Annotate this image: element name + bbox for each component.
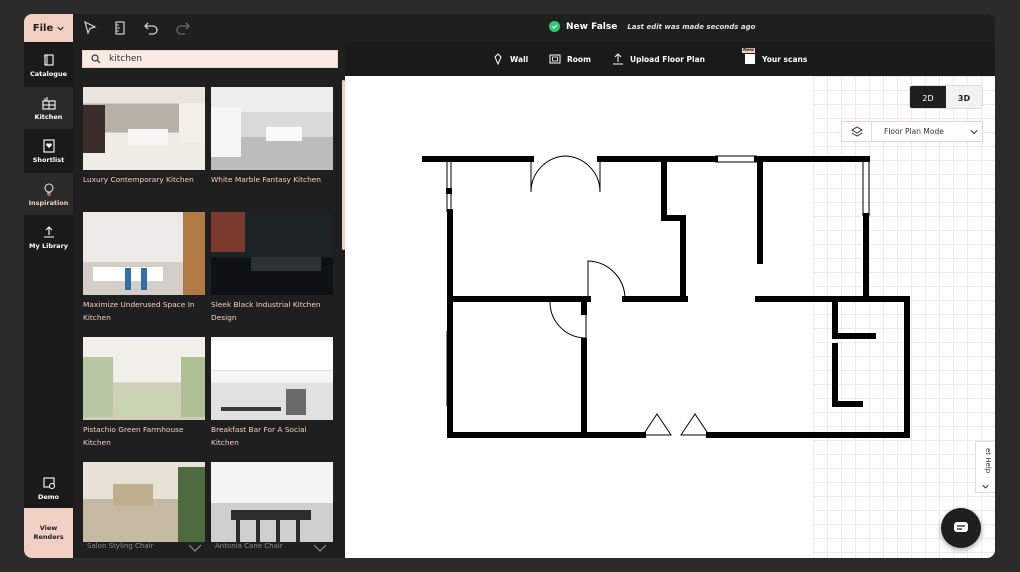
card-label: Maximize Underused Space In Kitchen	[83, 300, 195, 322]
wall-tool-button[interactable]: Wall	[492, 53, 528, 65]
floor-plan-mode-dropdown[interactable]: Floor Plan Mode	[841, 121, 983, 142]
layers-icon	[842, 122, 872, 141]
canvas-toolbar: Wall Room Upload Floor Plan New Your sca…	[345, 42, 995, 76]
chevron-down-icon	[57, 26, 64, 31]
room-icon	[549, 54, 561, 64]
search-input[interactable]	[109, 54, 329, 64]
rail-label: Catalogue	[29, 69, 68, 78]
card-label: White Marble Fantasy Kitchen	[211, 175, 321, 184]
help-label: et Help	[984, 448, 992, 474]
upload-floor-plan-label: Upload Floor Plan	[630, 54, 705, 64]
rail-label: Demo	[37, 492, 60, 501]
last-edit-text: Last edit was made seconds ago	[627, 22, 756, 31]
kitchen-icon	[41, 96, 56, 110]
floor-plan-canvas[interactable]: 2D 3D Floor Plan Mode et Help	[345, 76, 995, 558]
rail-label: My Library	[28, 241, 69, 250]
catalogue-card[interactable]: Sleek Black Industrial Kitchen Design	[211, 212, 333, 324]
get-help-tab[interactable]: et Help	[975, 441, 995, 493]
floor-plan-openings	[446, 155, 870, 436]
card-thumbnail	[83, 462, 205, 544]
catalogue-card[interactable]: Maximize Underused Space In Kitchen	[83, 212, 205, 324]
card-label: Sleek Black Industrial Kitchen Design	[211, 300, 321, 322]
card-label: Luxury Contemporary Kitchen	[83, 175, 194, 184]
file-label: File	[32, 22, 54, 34]
card-thumbnail	[83, 87, 205, 170]
chevron-down-icon	[982, 484, 989, 489]
top-bar: File New False Last edit was made second…	[24, 14, 995, 42]
upload-icon	[43, 225, 54, 238]
catalogue-icon	[43, 53, 54, 66]
search-icon	[91, 54, 101, 64]
lightbulb-icon	[43, 182, 54, 195]
chevron-down-icon[interactable]	[313, 544, 327, 552]
catalogue-card[interactable]: Breakfast Bar For A Social Kitchen	[211, 337, 333, 449]
card-label: Pistachio Green Farmhouse Kitchen	[83, 425, 184, 447]
select-cursor-icon[interactable]	[81, 19, 99, 37]
left-rail: Catalogue Kitchen Shortlist Inspiration …	[24, 42, 73, 558]
view-renders-label: View Renders	[33, 524, 64, 541]
rail-item-catalogue[interactable]: Catalogue	[24, 44, 73, 86]
search-box[interactable]	[82, 50, 338, 68]
card-thumbnail	[83, 337, 205, 420]
rail-item-kitchen[interactable]: Kitchen	[24, 87, 73, 129]
new-badge: New	[742, 48, 755, 53]
catalogue-card[interactable]	[211, 462, 333, 544]
check-circle-icon	[549, 21, 560, 32]
project-name[interactable]: New False	[566, 22, 617, 32]
scan-icon	[745, 54, 755, 64]
card-caption-strip: Salon Styling Chair Antonia Cane Chair	[73, 542, 345, 558]
card-thumbnail	[83, 212, 205, 295]
redo-icon[interactable]	[174, 19, 192, 37]
chat-icon	[954, 522, 968, 532]
upload-icon	[613, 53, 623, 65]
card-label: Salon Styling Chair	[87, 542, 154, 550]
card-label: Breakfast Bar For A Social Kitchen	[211, 425, 307, 447]
app-frame: File New False Last edit was made second…	[24, 14, 995, 558]
catalogue-panel: Luxury Contemporary Kitchen White Marble…	[73, 42, 345, 558]
chat-button[interactable]	[941, 508, 981, 548]
mode-3d-button[interactable]: 3D	[946, 86, 982, 108]
view-renders-button[interactable]: View Renders	[24, 508, 73, 558]
card-thumbnail	[211, 212, 333, 295]
catalogue-card[interactable]: Pistachio Green Farmhouse Kitchen	[83, 337, 205, 449]
card-thumbnail	[211, 462, 333, 544]
rail-item-demo[interactable]: Demo	[24, 467, 73, 509]
catalogue-card[interactable]: Luxury Contemporary Kitchen	[83, 87, 205, 187]
rail-item-shortlist[interactable]: Shortlist	[24, 130, 73, 172]
rail-label: Kitchen	[34, 112, 63, 121]
floor-plan-drawing[interactable]	[345, 76, 995, 558]
card-thumbnail	[211, 337, 333, 420]
view-mode-toggle: 2D 3D	[909, 85, 983, 109]
floor-plan-walls	[422, 156, 910, 438]
your-scans-label: Your scans	[762, 54, 808, 64]
card-thumbnail	[211, 87, 333, 170]
shortlist-icon	[42, 138, 55, 153]
floor-plan-mode-label: Floor Plan Mode	[884, 127, 944, 136]
upload-floor-plan-button[interactable]: Upload Floor Plan	[612, 53, 705, 65]
room-tool-button[interactable]: Room	[549, 53, 591, 65]
file-menu-button[interactable]: File	[24, 14, 73, 42]
save-status: New False Last edit was made seconds ago	[549, 21, 755, 32]
undo-icon[interactable]	[142, 19, 160, 37]
wall-label: Wall	[510, 54, 529, 64]
chevron-down-icon[interactable]	[188, 544, 202, 552]
rail-label: Inspiration	[28, 198, 69, 207]
measure-icon[interactable]	[111, 19, 129, 37]
room-label: Room	[567, 54, 591, 64]
chevron-down-icon	[970, 129, 978, 134]
demo-icon	[42, 476, 55, 489]
rail-item-inspiration[interactable]: Inspiration	[24, 173, 73, 215]
card-label: Antonia Cane Chair	[215, 542, 283, 550]
mode-2d-button[interactable]: 2D	[910, 86, 946, 108]
catalogue-card[interactable]	[83, 462, 205, 544]
rail-item-my-library[interactable]: My Library	[24, 216, 73, 258]
your-scans-button[interactable]: New Your scans	[742, 48, 808, 65]
rail-label: Shortlist	[32, 155, 65, 164]
wall-icon	[494, 53, 502, 65]
catalogue-card[interactable]: White Marble Fantasy Kitchen	[211, 87, 333, 187]
